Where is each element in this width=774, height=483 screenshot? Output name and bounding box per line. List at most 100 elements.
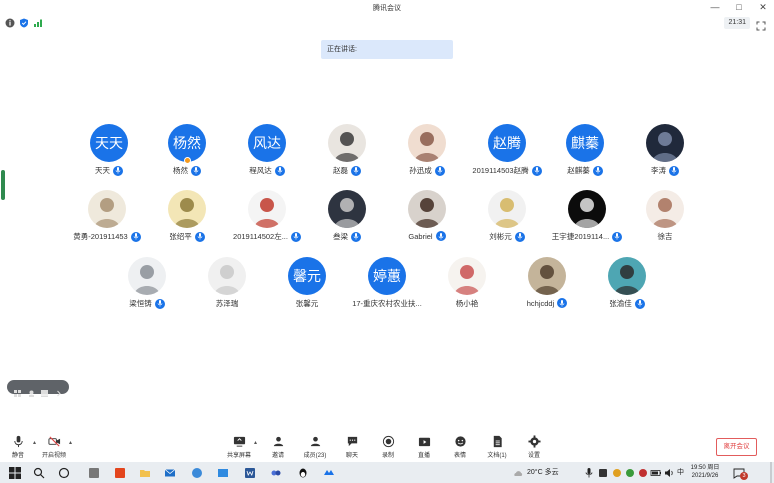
invite-label: 邀请 xyxy=(271,453,284,459)
volume-icon[interactable] xyxy=(662,466,676,479)
document-icon xyxy=(490,434,504,448)
participant-name: 杨然 xyxy=(173,166,188,175)
notification-badge: 3 xyxy=(740,472,748,480)
avatar-initials: 天天 xyxy=(95,135,123,151)
tray-app-icon-4[interactable] xyxy=(636,466,650,479)
minimize-icon[interactable]: — xyxy=(710,2,720,13)
share-label: 共享屏幕 xyxy=(226,453,251,459)
leave-meeting-button[interactable]: 离开会议 xyxy=(716,438,757,456)
live-label: 直播 xyxy=(417,453,430,459)
share-screen-icon xyxy=(232,434,246,448)
maximize-icon[interactable]: □ xyxy=(734,2,744,13)
tray-app-icon-3[interactable] xyxy=(623,466,637,479)
file-explorer-icon[interactable] xyxy=(138,466,152,479)
live-icon xyxy=(417,434,431,448)
invite-icon xyxy=(271,434,285,448)
chat-label: 聊天 xyxy=(345,453,358,459)
members-button[interactable]: 成员(23) xyxy=(301,434,329,459)
participant-name: 张渝佳 xyxy=(609,299,632,308)
docs-label: 文档(1) xyxy=(487,453,507,459)
video-button[interactable]: 开启视频 xyxy=(40,434,68,459)
app-icon-blue[interactable] xyxy=(269,466,283,479)
tencent-meeting-icon[interactable] xyxy=(322,466,336,479)
avatar xyxy=(448,257,486,295)
tray-mic-icon[interactable] xyxy=(582,466,596,479)
participant-tile[interactable]: 张渝佳 xyxy=(577,257,677,327)
task-view-icon[interactable] xyxy=(57,466,71,479)
shield-icon[interactable] xyxy=(19,18,29,28)
audio-options-caret[interactable]: ▴ xyxy=(33,440,39,446)
docs-button[interactable]: 文档(1) xyxy=(483,434,511,459)
gallery-view-icon[interactable] xyxy=(41,384,49,397)
microphone-icon xyxy=(113,165,123,176)
microphone-icon xyxy=(435,231,446,241)
participant-name: 17-重庆农村农业扶... xyxy=(352,299,422,308)
mail-icon[interactable] xyxy=(163,466,177,479)
tray-app-icon-1[interactable] xyxy=(596,466,610,479)
avatar-initials: 麒蓁 xyxy=(571,135,599,151)
browser-icon[interactable] xyxy=(190,466,204,479)
host-badge-icon xyxy=(184,157,191,164)
participant-name-row: 李涛 xyxy=(615,165,715,176)
windows-taskbar: 20°C 多云 中 19:50 周日 2021/9/26 3 xyxy=(0,462,774,483)
participant-name: 杨小艳 xyxy=(455,299,479,308)
record-button[interactable]: 录制 xyxy=(374,434,402,459)
microphone-icon xyxy=(634,298,645,309)
share-screen-button[interactable]: 共享屏幕 xyxy=(225,434,253,459)
word-icon[interactable] xyxy=(243,466,257,479)
view-switcher[interactable] xyxy=(7,380,69,397)
fullscreen-icon[interactable] xyxy=(756,18,766,31)
weather-icon[interactable] xyxy=(511,466,525,479)
participant-tile[interactable]: 李涛 xyxy=(615,124,715,194)
avatar-initials: 赵腾 xyxy=(493,135,521,151)
video-options-caret[interactable]: ▴ xyxy=(69,440,75,446)
participant-name: 黄勇-201911453 xyxy=(73,232,128,241)
record-label: 录制 xyxy=(381,453,394,459)
participant-name: 张馨元 xyxy=(295,299,319,308)
taskbar-app-icon[interactable] xyxy=(87,466,101,479)
show-desktop-strip[interactable] xyxy=(770,462,772,483)
mute-label: 静音 xyxy=(11,453,24,459)
mute-button[interactable]: 静音 xyxy=(4,434,32,459)
battery-icon[interactable] xyxy=(649,466,663,479)
participant-name: 赵磊 xyxy=(333,166,348,175)
smiley-icon xyxy=(453,434,467,448)
participant-name: 孙迅成 xyxy=(409,166,432,175)
close-icon[interactable]: ✕ xyxy=(758,2,768,13)
participant-name: hchjcddj xyxy=(526,298,555,308)
speaker-view-icon[interactable] xyxy=(28,384,35,397)
participant-name: 苏泽瑞 xyxy=(215,299,239,308)
tray-app-icon-2[interactable] xyxy=(610,466,624,479)
chat-button[interactable]: 聊天 xyxy=(338,434,366,459)
avatar xyxy=(608,257,646,295)
invite-button[interactable]: 邀请 xyxy=(264,434,292,459)
windows-start-icon[interactable] xyxy=(8,466,22,479)
settings-button[interactable]: 设置 xyxy=(520,434,548,459)
microphone-icon xyxy=(191,165,201,176)
signal-icon[interactable] xyxy=(33,18,43,28)
participant-tile[interactable]: 徐吉 xyxy=(615,190,715,260)
microphone-icon xyxy=(669,165,679,176)
participant-name: Gabriel xyxy=(408,231,433,241)
microphone-icon xyxy=(434,165,445,176)
info-icon[interactable] xyxy=(5,18,15,28)
office-icon[interactable] xyxy=(113,466,127,479)
microphone-icon xyxy=(351,165,361,176)
more-icon[interactable] xyxy=(55,384,62,396)
meeting-toolbar: 静音 ▴ 开启视频 ▴ 共享屏幕 ▴ 邀请 成员(23) 聊天 录制 直播 表情… xyxy=(0,430,774,462)
window-title: 腾讯会议 xyxy=(373,5,401,12)
camera-off-icon xyxy=(47,434,61,448)
reactions-button[interactable]: 表情 xyxy=(446,434,474,459)
microphone-icon xyxy=(274,165,285,176)
search-icon[interactable] xyxy=(32,466,46,479)
live-button[interactable]: 直播 xyxy=(410,434,438,459)
participant-name: 徐吉 xyxy=(657,232,673,241)
photos-icon[interactable] xyxy=(216,466,230,479)
share-options-caret[interactable]: ▴ xyxy=(254,440,260,446)
grid-view-icon[interactable] xyxy=(14,384,22,397)
system-clock[interactable]: 19:50 周日 2021/9/26 xyxy=(688,464,722,480)
qq-icon[interactable] xyxy=(296,466,310,479)
side-panel-handle[interactable] xyxy=(1,170,5,200)
avatar xyxy=(168,190,206,228)
input-method[interactable]: 中 xyxy=(677,466,684,479)
